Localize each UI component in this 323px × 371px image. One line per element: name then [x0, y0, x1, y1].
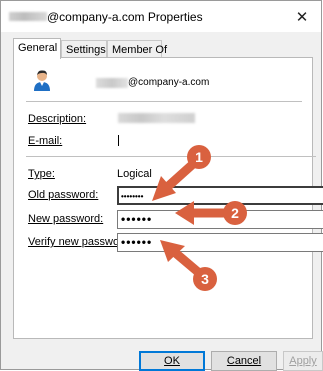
- account-name: @company-a.com: [128, 77, 210, 88]
- tab-general[interactable]: General: [13, 38, 61, 59]
- email-label: E-mail:: [28, 135, 63, 147]
- old-password-field[interactable]: ••••••••: [117, 186, 323, 205]
- user-icon: [34, 70, 50, 91]
- general-panel: @company-a.com Description: E-mail: Type…: [13, 57, 323, 339]
- description-label: Description:: [28, 113, 87, 125]
- new-password-label: New password:: [28, 213, 104, 225]
- old-password-label: Old password:: [28, 189, 99, 201]
- description-field[interactable]: [118, 113, 195, 123]
- cancel-button[interactable]: Cancel: [211, 351, 277, 371]
- tab-settings[interactable]: Settings: [61, 40, 107, 58]
- type-label: Type:: [28, 168, 55, 180]
- apply-button[interactable]: Apply: [283, 351, 323, 371]
- verify-password-field[interactable]: ••••••: [117, 233, 323, 252]
- properties-dialog: @company-a.com Properties ✕ General Sett…: [0, 0, 323, 371]
- new-password-field[interactable]: ••••••: [117, 210, 323, 229]
- close-icon[interactable]: ✕: [283, 1, 321, 32]
- redacted-username: [9, 12, 47, 21]
- email-field[interactable]: [118, 135, 119, 146]
- redacted-account-prefix: [96, 78, 128, 88]
- ok-button[interactable]: OK: [139, 351, 205, 371]
- tab-member-of[interactable]: Member Of: [107, 40, 167, 58]
- title-bar[interactable]: @company-a.com Properties ✕: [1, 1, 321, 32]
- window-title: @company-a.com Properties: [47, 10, 203, 24]
- divider: [26, 101, 302, 102]
- type-value: Logical: [117, 168, 152, 180]
- divider: [26, 156, 316, 157]
